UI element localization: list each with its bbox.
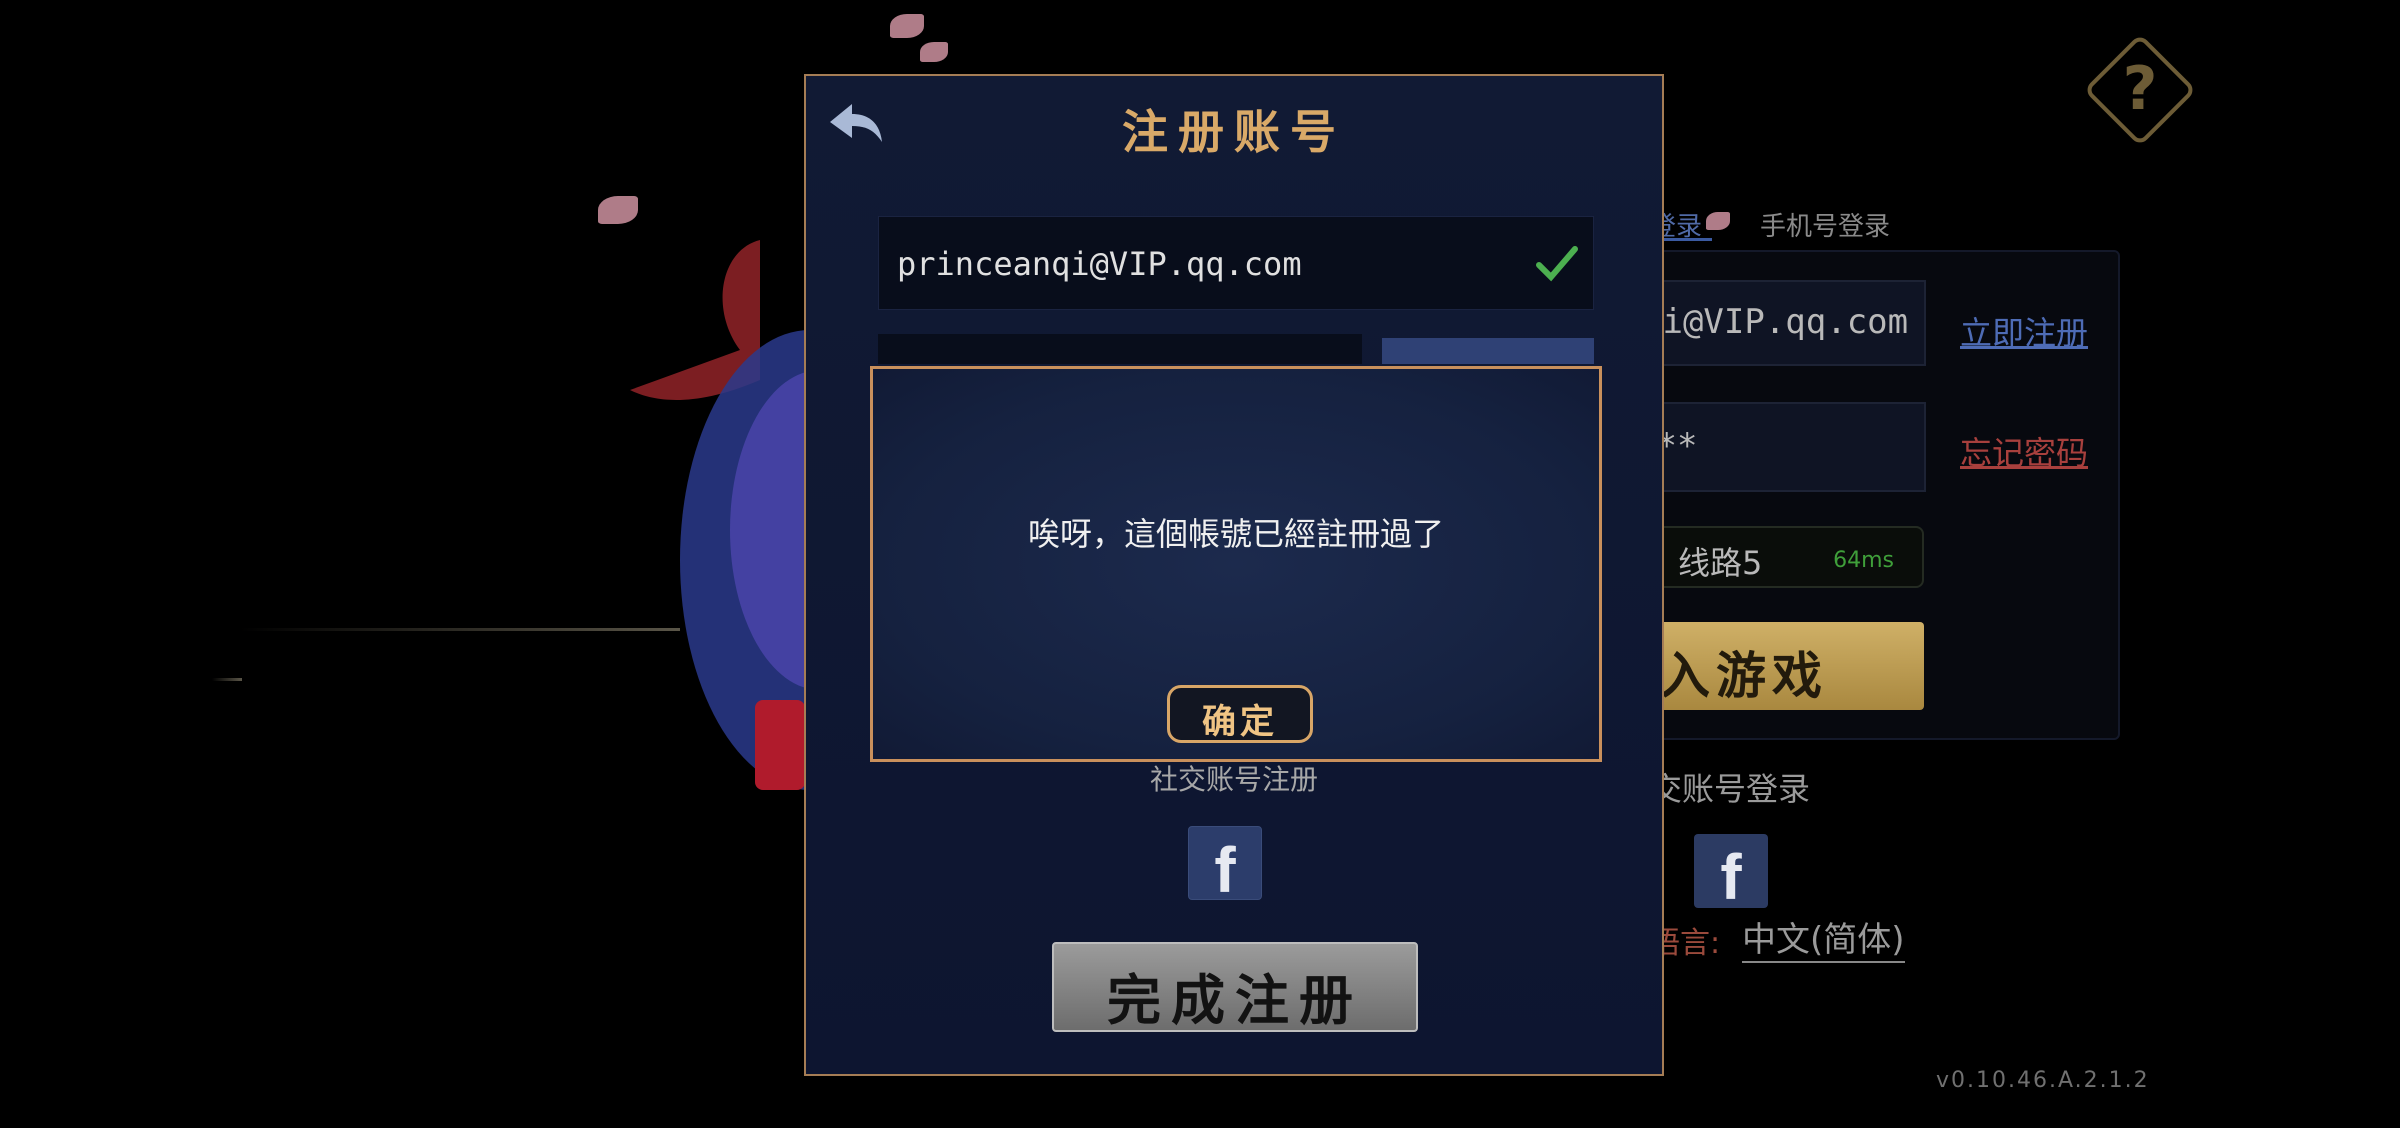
enter-game-label: 入游戏 bbox=[1660, 647, 1828, 705]
enter-game-button[interactable]: 入游戏 bbox=[1640, 622, 1924, 710]
get-code-button[interactable] bbox=[1382, 338, 1594, 364]
petal-decoration bbox=[920, 42, 948, 62]
verification-code-field[interactable] bbox=[878, 334, 1362, 364]
petal-decoration bbox=[1706, 212, 1730, 230]
glow-line-decoration bbox=[212, 678, 242, 681]
register-link[interactable]: 立即注册 bbox=[1960, 308, 2088, 354]
register-title: 注册账号 bbox=[1122, 105, 1346, 159]
email-value: princeanqi@VIP.qq.com bbox=[897, 245, 1302, 283]
complete-registration-button[interactable]: 完成注册 bbox=[1052, 942, 1418, 1032]
petal-decoration bbox=[890, 14, 924, 38]
account-field[interactable]: qi@VIP.qq.com bbox=[1620, 280, 1926, 366]
facebook-icon: f bbox=[1720, 841, 1742, 913]
version-label: v0.10.46.A.2.1.2 bbox=[1936, 1068, 2150, 1093]
social-login-label: 交账号登录 bbox=[1650, 770, 1811, 808]
petal-decoration bbox=[598, 196, 638, 224]
server-ping: 64ms bbox=[1833, 548, 1894, 573]
forgot-password-link[interactable]: 忘记密码 bbox=[1960, 428, 2088, 474]
tab-phone-login[interactable]: 手机号登录 bbox=[1760, 206, 1890, 243]
facebook-icon: f bbox=[1214, 834, 1236, 906]
server-name: 线路5 bbox=[1678, 544, 1763, 582]
complete-registration-label: 完成注册 bbox=[1107, 968, 1363, 1032]
account-value: qi@VIP.qq.com bbox=[1642, 302, 1909, 342]
confirm-button[interactable]: 确定 bbox=[1167, 685, 1313, 743]
language-selector[interactable]: 中文(简体) bbox=[1742, 912, 1905, 963]
confirm-label: 确定 bbox=[1202, 702, 1278, 742]
alert-dialog: 唉呀，這個帳號已經註冊過了 确定 bbox=[870, 366, 1602, 762]
facebook-register-button[interactable]: f bbox=[1188, 826, 1262, 906]
email-field[interactable]: princeanqi@VIP.qq.com bbox=[878, 216, 1594, 310]
social-register-label: 社交账号注册 bbox=[1149, 763, 1318, 796]
check-icon bbox=[1536, 246, 1578, 282]
alert-message: 唉呀，這個帳號已經註冊過了 bbox=[1027, 515, 1444, 553]
help-icon[interactable]: ? bbox=[2120, 54, 2160, 124]
facebook-login-button[interactable]: f bbox=[1694, 834, 1768, 913]
server-selector[interactable]: 线路5 64ms bbox=[1640, 526, 1924, 588]
password-field[interactable]: *** bbox=[1620, 402, 1926, 492]
